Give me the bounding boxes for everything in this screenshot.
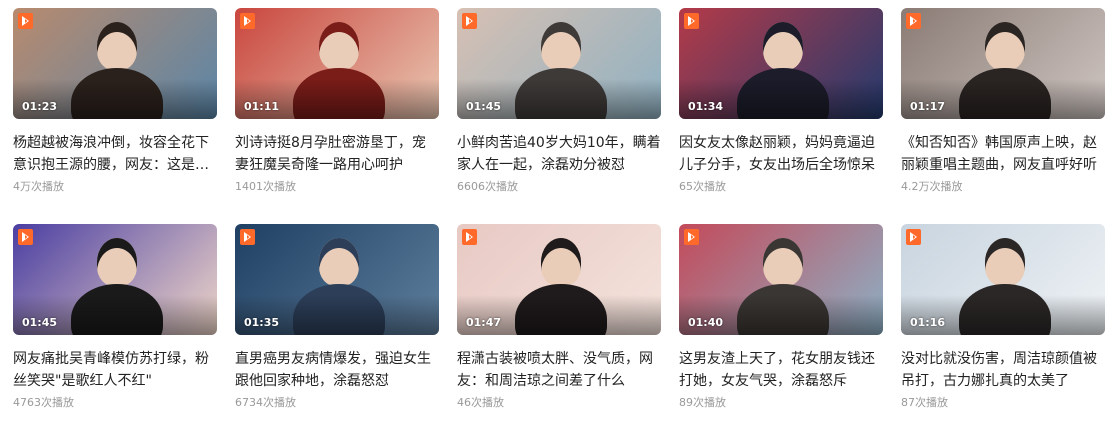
video-thumbnail[interactable]: 01:34 (679, 8, 883, 119)
video-title[interactable]: 直男癌男友病情爆发，强迫女生跟他回家种地，涂磊怒怼 (235, 348, 439, 392)
brand-logo-icon (240, 229, 255, 245)
video-thumbnail[interactable]: 01:45 (457, 8, 661, 119)
video-duration: 01:23 (22, 100, 58, 113)
video-thumbnail[interactable]: 01:17 (901, 8, 1105, 119)
video-title[interactable]: 刘诗诗挺8月孕肚密游垦丁，宠妻狂魔吴奇隆一路用心呵护 (235, 132, 439, 176)
play-count: 87次播放 (901, 396, 948, 409)
video-duration: 01:16 (910, 316, 946, 329)
thumbnail-shade (901, 79, 1105, 119)
video-title[interactable]: 因女友太像赵丽颖，妈妈竟逼迫儿子分手，女友出场后全场惊呆 (679, 132, 883, 176)
thumbnail-person-head (763, 238, 803, 286)
video-duration: 01:35 (244, 316, 280, 329)
video-duration: 01:40 (688, 316, 724, 329)
video-duration: 01:47 (466, 316, 502, 329)
thumbnail-shade (679, 79, 883, 119)
brand-logo-icon (684, 13, 699, 29)
video-card[interactable]: 01:47 程潇古装被喷太胖、没气质，网友：和周洁琼之间差了什么 46次播放 (457, 224, 661, 423)
thumbnail-person-head (985, 238, 1025, 286)
video-card[interactable]: 01:45 小鲜肉苦追40岁大妈10年，瞒着家人在一起，涂磊劝分被怼 6606次播放 (457, 8, 661, 207)
brand-logo-icon (462, 13, 477, 29)
video-thumbnail[interactable]: 01:45 (13, 224, 217, 335)
thumbnail-shade (13, 79, 217, 119)
video-title[interactable]: 网友痛批吴青峰模仿苏打绿，粉丝笑哭"是歌红人不红" (13, 348, 217, 392)
thumbnail-person-head (97, 238, 137, 286)
brand-logo-icon (240, 13, 255, 29)
video-grid: 01:23 杨超越被海浪冲倒，妆容全花下意识抱王源的腰，网友：这是什么神仙爱情 4万… (13, 8, 1113, 423)
thumbnail-person-head (319, 238, 359, 286)
thumbnail-shade (457, 295, 661, 335)
video-thumbnail[interactable]: 01:47 (457, 224, 661, 335)
video-card[interactable]: 01:16 没对比就没伤害，周洁琼颜值被吊打，古力娜扎真的太美了 87次播放 (901, 224, 1105, 423)
video-thumbnail[interactable]: 01:35 (235, 224, 439, 335)
brand-logo-icon (462, 229, 477, 245)
video-duration: 01:34 (688, 100, 724, 113)
video-title[interactable]: 程潇古装被喷太胖、没气质，网友：和周洁琼之间差了什么 (457, 348, 661, 392)
video-card[interactable]: 01:45 网友痛批吴青峰模仿苏打绿，粉丝笑哭"是歌红人不红" 4763次播放 (13, 224, 217, 423)
video-duration: 01:17 (910, 100, 946, 113)
thumbnail-person-head (319, 22, 359, 70)
video-title[interactable]: 没对比就没伤害，周洁琼颜值被吊打，古力娜扎真的太美了 (901, 348, 1105, 392)
brand-logo-icon (684, 229, 699, 245)
video-card[interactable]: 01:40 这男友渣上天了，花女朋友钱还打她，女友气哭，涂磊怒斥 89次播放 (679, 224, 883, 423)
thumbnail-shade (901, 295, 1105, 335)
thumbnail-person-head (97, 22, 137, 70)
brand-logo-icon (906, 13, 921, 29)
video-card[interactable]: 01:17 《知否知否》韩国原声上映，赵丽颖重唱主题曲，网友直呼好听 4.2万次播放 (901, 8, 1105, 207)
play-count: 6606次播放 (457, 180, 518, 193)
video-duration: 01:45 (22, 316, 58, 329)
play-count: 4763次播放 (13, 396, 74, 409)
video-title[interactable]: 杨超越被海浪冲倒，妆容全花下意识抱王源的腰，网友：这是什么神仙爱情 (13, 132, 217, 176)
brand-logo-icon (18, 13, 33, 29)
video-thumbnail[interactable]: 01:11 (235, 8, 439, 119)
thumbnail-person-head (541, 22, 581, 70)
video-title[interactable]: 这男友渣上天了，花女朋友钱还打她，女友气哭，涂磊怒斥 (679, 348, 883, 392)
video-title[interactable]: 小鲜肉苦追40岁大妈10年，瞒着家人在一起，涂磊劝分被怼 (457, 132, 661, 176)
play-count: 4万次播放 (13, 180, 64, 193)
thumbnail-person-head (541, 238, 581, 286)
video-thumbnail[interactable]: 01:40 (679, 224, 883, 335)
video-duration: 01:45 (466, 100, 502, 113)
thumbnail-person-head (985, 22, 1025, 70)
video-thumbnail[interactable]: 01:16 (901, 224, 1105, 335)
play-count: 1401次播放 (235, 180, 296, 193)
video-title[interactable]: 《知否知否》韩国原声上映，赵丽颖重唱主题曲，网友直呼好听 (901, 132, 1105, 176)
thumbnail-shade (679, 295, 883, 335)
video-duration: 01:11 (244, 100, 280, 113)
thumbnail-shade (235, 79, 439, 119)
play-count: 65次播放 (679, 180, 726, 193)
thumbnail-shade (457, 79, 661, 119)
video-card[interactable]: 01:23 杨超越被海浪冲倒，妆容全花下意识抱王源的腰，网友：这是什么神仙爱情 4万… (13, 8, 217, 207)
play-count: 46次播放 (457, 396, 504, 409)
video-card[interactable]: 01:35 直男癌男友病情爆发，强迫女生跟他回家种地，涂磊怒怼 6734次播放 (235, 224, 439, 423)
thumbnail-shade (235, 295, 439, 335)
play-count: 4.2万次播放 (901, 180, 963, 193)
thumbnail-person-head (763, 22, 803, 70)
play-count: 89次播放 (679, 396, 726, 409)
video-card[interactable]: 01:11 刘诗诗挺8月孕肚密游垦丁，宠妻狂魔吴奇隆一路用心呵护 1401次播放 (235, 8, 439, 207)
video-thumbnail[interactable]: 01:23 (13, 8, 217, 119)
play-count: 6734次播放 (235, 396, 296, 409)
brand-logo-icon (18, 229, 33, 245)
brand-logo-icon (906, 229, 921, 245)
video-card[interactable]: 01:34 因女友太像赵丽颖，妈妈竟逼迫儿子分手，女友出场后全场惊呆 65次播放 (679, 8, 883, 207)
thumbnail-shade (13, 295, 217, 335)
